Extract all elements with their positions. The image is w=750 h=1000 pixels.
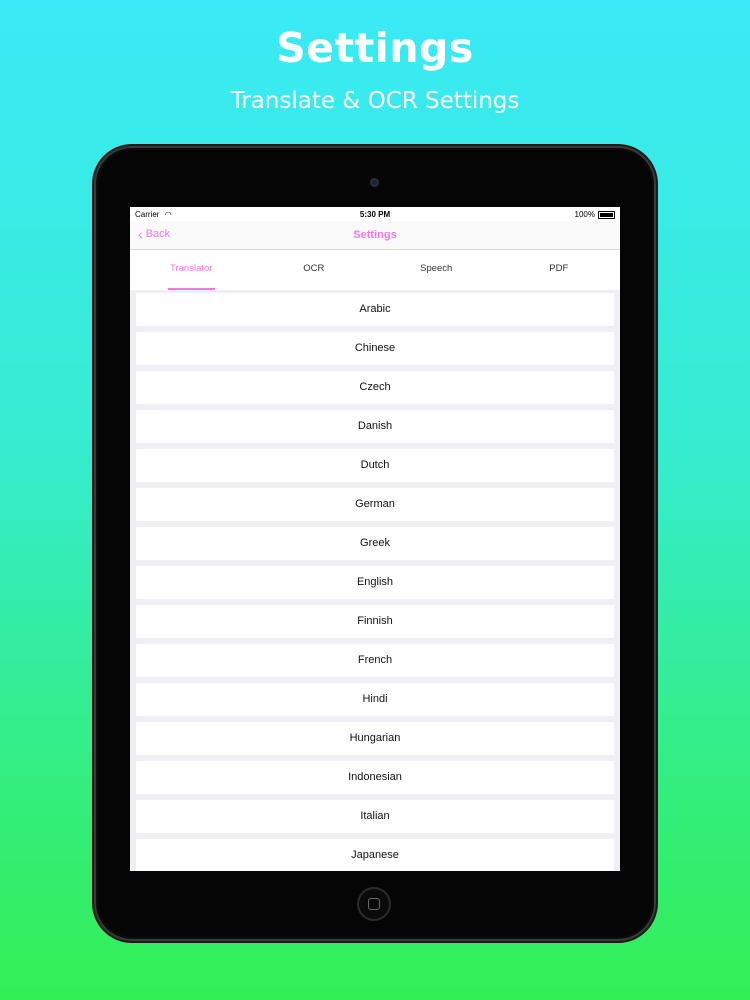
home-button[interactable] bbox=[357, 887, 391, 921]
tab-speech[interactable]: Speech bbox=[375, 250, 498, 290]
navigation-bar: ‹ Back Settings bbox=[130, 221, 620, 250]
language-item-czech[interactable]: Czech bbox=[136, 371, 614, 404]
language-item-hindi[interactable]: Hindi bbox=[136, 683, 614, 716]
tab-pdf[interactable]: PDF bbox=[498, 250, 621, 290]
nav-title: Settings bbox=[353, 229, 397, 241]
battery-icon bbox=[598, 210, 615, 219]
language-item-german[interactable]: German bbox=[136, 488, 614, 521]
battery-percent: 100% bbox=[574, 210, 595, 219]
language-item-greek[interactable]: Greek bbox=[136, 527, 614, 560]
promo-subtitle: Translate & OCR Settings bbox=[230, 88, 520, 114]
ipad-frame: Carrier ◠ 5:30 PM 100% ‹ Back Settings T… bbox=[94, 146, 656, 941]
tab-ocr[interactable]: OCR bbox=[253, 250, 376, 290]
home-square-icon bbox=[368, 898, 380, 910]
camera-icon bbox=[370, 178, 379, 187]
language-item-danish[interactable]: Danish bbox=[136, 410, 614, 443]
promo-title: Settings bbox=[276, 24, 474, 72]
language-item-hungarian[interactable]: Hungarian bbox=[136, 722, 614, 755]
language-item-chinese[interactable]: Chinese bbox=[136, 332, 614, 365]
device-screen: Carrier ◠ 5:30 PM 100% ‹ Back Settings T… bbox=[130, 207, 620, 871]
language-item-indonesian[interactable]: Indonesian bbox=[136, 761, 614, 794]
status-time: 5:30 PM bbox=[359, 210, 391, 219]
language-item-french[interactable]: French bbox=[136, 644, 614, 677]
settings-tabs: Translator OCR Speech PDF bbox=[130, 250, 620, 290]
status-battery: 100% bbox=[575, 210, 615, 219]
status-bar: Carrier ◠ 5:30 PM 100% bbox=[130, 207, 620, 221]
tab-translator[interactable]: Translator bbox=[130, 250, 253, 290]
language-item-italian[interactable]: Italian bbox=[136, 800, 614, 833]
language-item-english[interactable]: English bbox=[136, 566, 614, 599]
language-item-japanese[interactable]: Japanese bbox=[136, 839, 614, 871]
language-item-dutch[interactable]: Dutch bbox=[136, 449, 614, 482]
language-list: Arabic Chinese Czech Danish Dutch German… bbox=[130, 290, 620, 871]
language-item-arabic[interactable]: Arabic bbox=[136, 293, 614, 326]
language-item-finnish[interactable]: Finnish bbox=[136, 605, 614, 638]
